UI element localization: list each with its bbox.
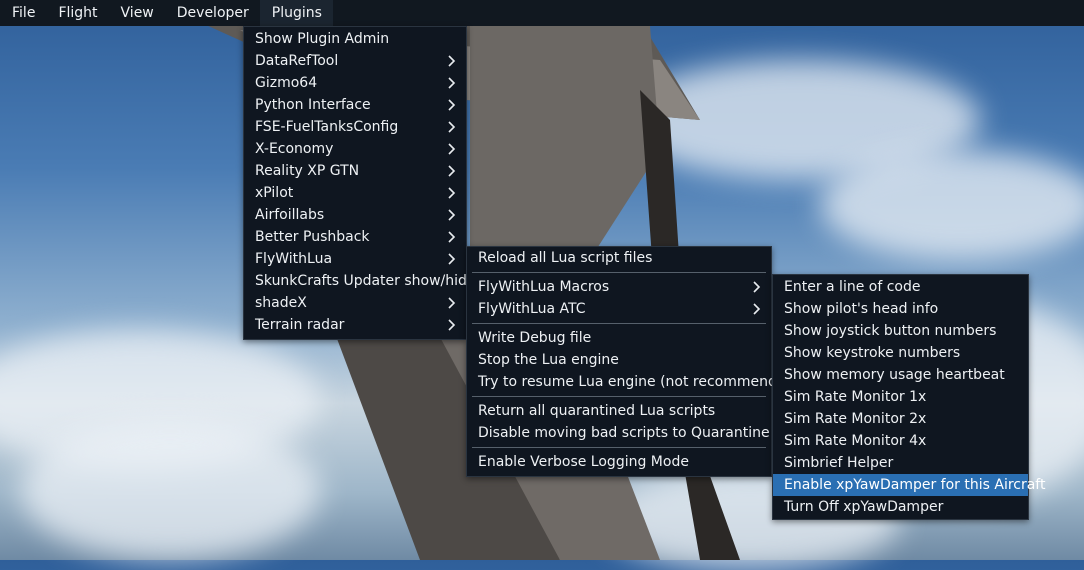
- menu-developer[interactable]: Developer: [165, 0, 260, 26]
- menu-item-shadex[interactable]: shadeX: [244, 292, 466, 314]
- menu-item-sim-rate-monitor-2x[interactable]: Sim Rate Monitor 2x: [773, 408, 1028, 430]
- menu-item-label: Simbrief Helper: [784, 455, 894, 471]
- menu-item-label: X-Economy: [255, 141, 334, 157]
- menu-item-turn-off-xpyawdamper[interactable]: Turn Off xpYawDamper: [773, 496, 1028, 518]
- menu-item-label: Show pilot's head info: [784, 301, 939, 317]
- chevron-right-icon: [446, 292, 458, 314]
- menu-item-label: Turn Off xpYawDamper: [784, 499, 944, 515]
- menu-item-label: shadeX: [255, 295, 307, 311]
- menu-item-enable-xpyawdamper-for-this-aircraft[interactable]: Enable xpYawDamper for this Aircraft: [773, 474, 1045, 496]
- menu-separator: [472, 272, 766, 273]
- chevron-right-icon: [446, 314, 458, 336]
- menu-item-simbrief-helper[interactable]: Simbrief Helper: [773, 452, 1028, 474]
- chevron-right-icon: [751, 298, 763, 320]
- menu-item-label: FlyWithLua ATC: [478, 301, 586, 317]
- menu-item-xpilot[interactable]: xPilot: [244, 182, 466, 204]
- chevron-right-icon: [446, 72, 458, 94]
- chevron-right-icon: [446, 248, 458, 270]
- menu-item-label: Better Pushback: [255, 229, 370, 245]
- menu-item-skunkcrafts-updater-show-hide[interactable]: SkunkCrafts Updater show/hide: [244, 270, 476, 292]
- chevron-right-icon: [446, 160, 458, 182]
- menu-item-label: Gizmo64: [255, 75, 318, 91]
- menu-item-enter-a-line-of-code[interactable]: Enter a line of code: [773, 276, 1028, 298]
- menu-item-show-keystroke-numbers[interactable]: Show keystroke numbers: [773, 342, 1028, 364]
- flywithlua-macros-submenu: Enter a line of code Show pilot's head in…: [772, 274, 1045, 520]
- chevron-right-icon: [446, 182, 458, 204]
- menu-item-label: Sim Rate Monitor 1x: [784, 389, 927, 405]
- menu-item-label: Airfoillabs: [255, 207, 325, 223]
- menu-item-python-interface[interactable]: Python Interface: [244, 94, 466, 116]
- chevron-right-icon: [446, 50, 458, 72]
- menu-item-label: FlyWithLua: [255, 251, 333, 267]
- menu-item-terrain-radar[interactable]: Terrain radar: [244, 314, 466, 336]
- menu-item-label: Show joystick button numbers: [784, 323, 997, 339]
- menu-item-label: DataRefTool: [255, 53, 339, 69]
- menu-item-label: xPilot: [255, 185, 294, 201]
- menu-item-x-economy[interactable]: X-Economy: [244, 138, 466, 160]
- menu-item-flywithlua-atc[interactable]: FlyWithLua ATC: [467, 298, 771, 320]
- menu-plugins[interactable]: Plugins: [259, 0, 333, 26]
- chevron-right-icon: [446, 94, 458, 116]
- menu-item-sim-rate-monitor-4x[interactable]: Sim Rate Monitor 4x: [773, 430, 1028, 452]
- menu-item-label: Reality XP GTN: [255, 163, 360, 179]
- menu-item-label: Sim Rate Monitor 4x: [784, 433, 927, 449]
- menu-item-label: Show Plugin Admin: [255, 31, 390, 47]
- menu-item-label: Show memory usage heartbeat: [784, 367, 1005, 383]
- menu-item-label: Stop the Lua engine: [478, 352, 619, 368]
- menu-bar: File Flight View Developer Plugins: [0, 0, 1084, 26]
- menu-item-show-memory-usage-heartbeat[interactable]: Show memory usage heartbeat: [773, 364, 1028, 386]
- menu-item-label: Enable Verbose Logging Mode: [478, 454, 689, 470]
- menu-item-reload-all-lua-script-files[interactable]: Reload all Lua script files: [467, 247, 771, 269]
- menu-item-better-pushback[interactable]: Better Pushback: [244, 226, 466, 248]
- menu-item-label: Try to resume Lua engine (not recommende…: [478, 374, 800, 390]
- chevron-right-icon: [446, 138, 458, 160]
- menu-item-stop-the-lua-engine[interactable]: Stop the Lua engine: [467, 349, 771, 371]
- menu-flight[interactable]: Flight: [46, 0, 108, 26]
- menu-item-reality-xp-gtn[interactable]: Reality XP GTN: [244, 160, 466, 182]
- menu-item-label: SkunkCrafts Updater show/hide: [255, 273, 476, 289]
- plugins-dropdown: Show Plugin Admin DataRefTool Gizmo64 Pytho…: [243, 26, 476, 340]
- menu-item-flywithlua-macros[interactable]: FlyWithLua Macros: [467, 276, 771, 298]
- chevron-right-icon: [446, 116, 458, 138]
- menu-separator: [472, 447, 766, 448]
- menu-item-label: Return all quarantined Lua scripts: [478, 403, 716, 419]
- menu-separator: [472, 396, 766, 397]
- menu-item-show-plugin-admin[interactable]: Show Plugin Admin: [244, 28, 466, 50]
- menu-item-label: FSE-FuelTanksConfig: [255, 119, 399, 135]
- menu-item-sim-rate-monitor-1x[interactable]: Sim Rate Monitor 1x: [773, 386, 1028, 408]
- menu-item-label: Terrain radar: [255, 317, 345, 333]
- menu-item-flywithlua[interactable]: FlyWithLua: [244, 248, 466, 270]
- menu-item-label: Python Interface: [255, 97, 371, 113]
- menu-file[interactable]: File: [0, 0, 46, 26]
- menu-item-label: Reload all Lua script files: [478, 250, 653, 266]
- menu-item-label: FlyWithLua Macros: [478, 279, 610, 295]
- menu-item-label: Enter a line of code: [784, 279, 921, 295]
- menu-item-label: Sim Rate Monitor 2x: [784, 411, 927, 427]
- menu-item-return-all-quarantined-lua-scripts[interactable]: Return all quarantined Lua scripts: [467, 400, 771, 422]
- menu-item-enable-verbose-logging-mode[interactable]: Enable Verbose Logging Mode: [467, 451, 771, 473]
- menu-item-try-to-resume-lua-engine-not-recommended[interactable]: Try to resume Lua engine (not recommende…: [467, 371, 800, 393]
- menu-item-label: Write Debug file: [478, 330, 592, 346]
- menu-item-label: Enable xpYawDamper for this Aircraft: [784, 477, 1046, 493]
- menu-item-fse-fueltanksconfig[interactable]: FSE-FuelTanksConfig: [244, 116, 466, 138]
- menu-item-gizmo64[interactable]: Gizmo64: [244, 72, 466, 94]
- chevron-right-icon: [446, 226, 458, 248]
- menu-item-show-joystick-button-numbers[interactable]: Show joystick button numbers: [773, 320, 1028, 342]
- menu-item-datareftool[interactable]: DataRefTool: [244, 50, 466, 72]
- menu-item-write-debug-file[interactable]: Write Debug file: [467, 327, 771, 349]
- chevron-right-icon: [446, 204, 458, 226]
- chevron-right-icon: [751, 276, 763, 298]
- menu-item-airfoillabs[interactable]: Airfoillabs: [244, 204, 466, 226]
- menu-item-label: Show keystroke numbers: [784, 345, 961, 361]
- menu-item-show-pilot-s-head-info[interactable]: Show pilot's head info: [773, 298, 1028, 320]
- menu-separator: [472, 323, 766, 324]
- menu-item-disable-moving-bad-scripts-to-quarantine[interactable]: Disable moving bad scripts to Quarantine: [467, 422, 771, 444]
- flywithlua-submenu: Reload all Lua script files FlyWithLua Ma…: [466, 246, 800, 477]
- menu-view[interactable]: View: [109, 0, 165, 26]
- menu-item-label: Disable moving bad scripts to Quarantine: [478, 425, 770, 441]
